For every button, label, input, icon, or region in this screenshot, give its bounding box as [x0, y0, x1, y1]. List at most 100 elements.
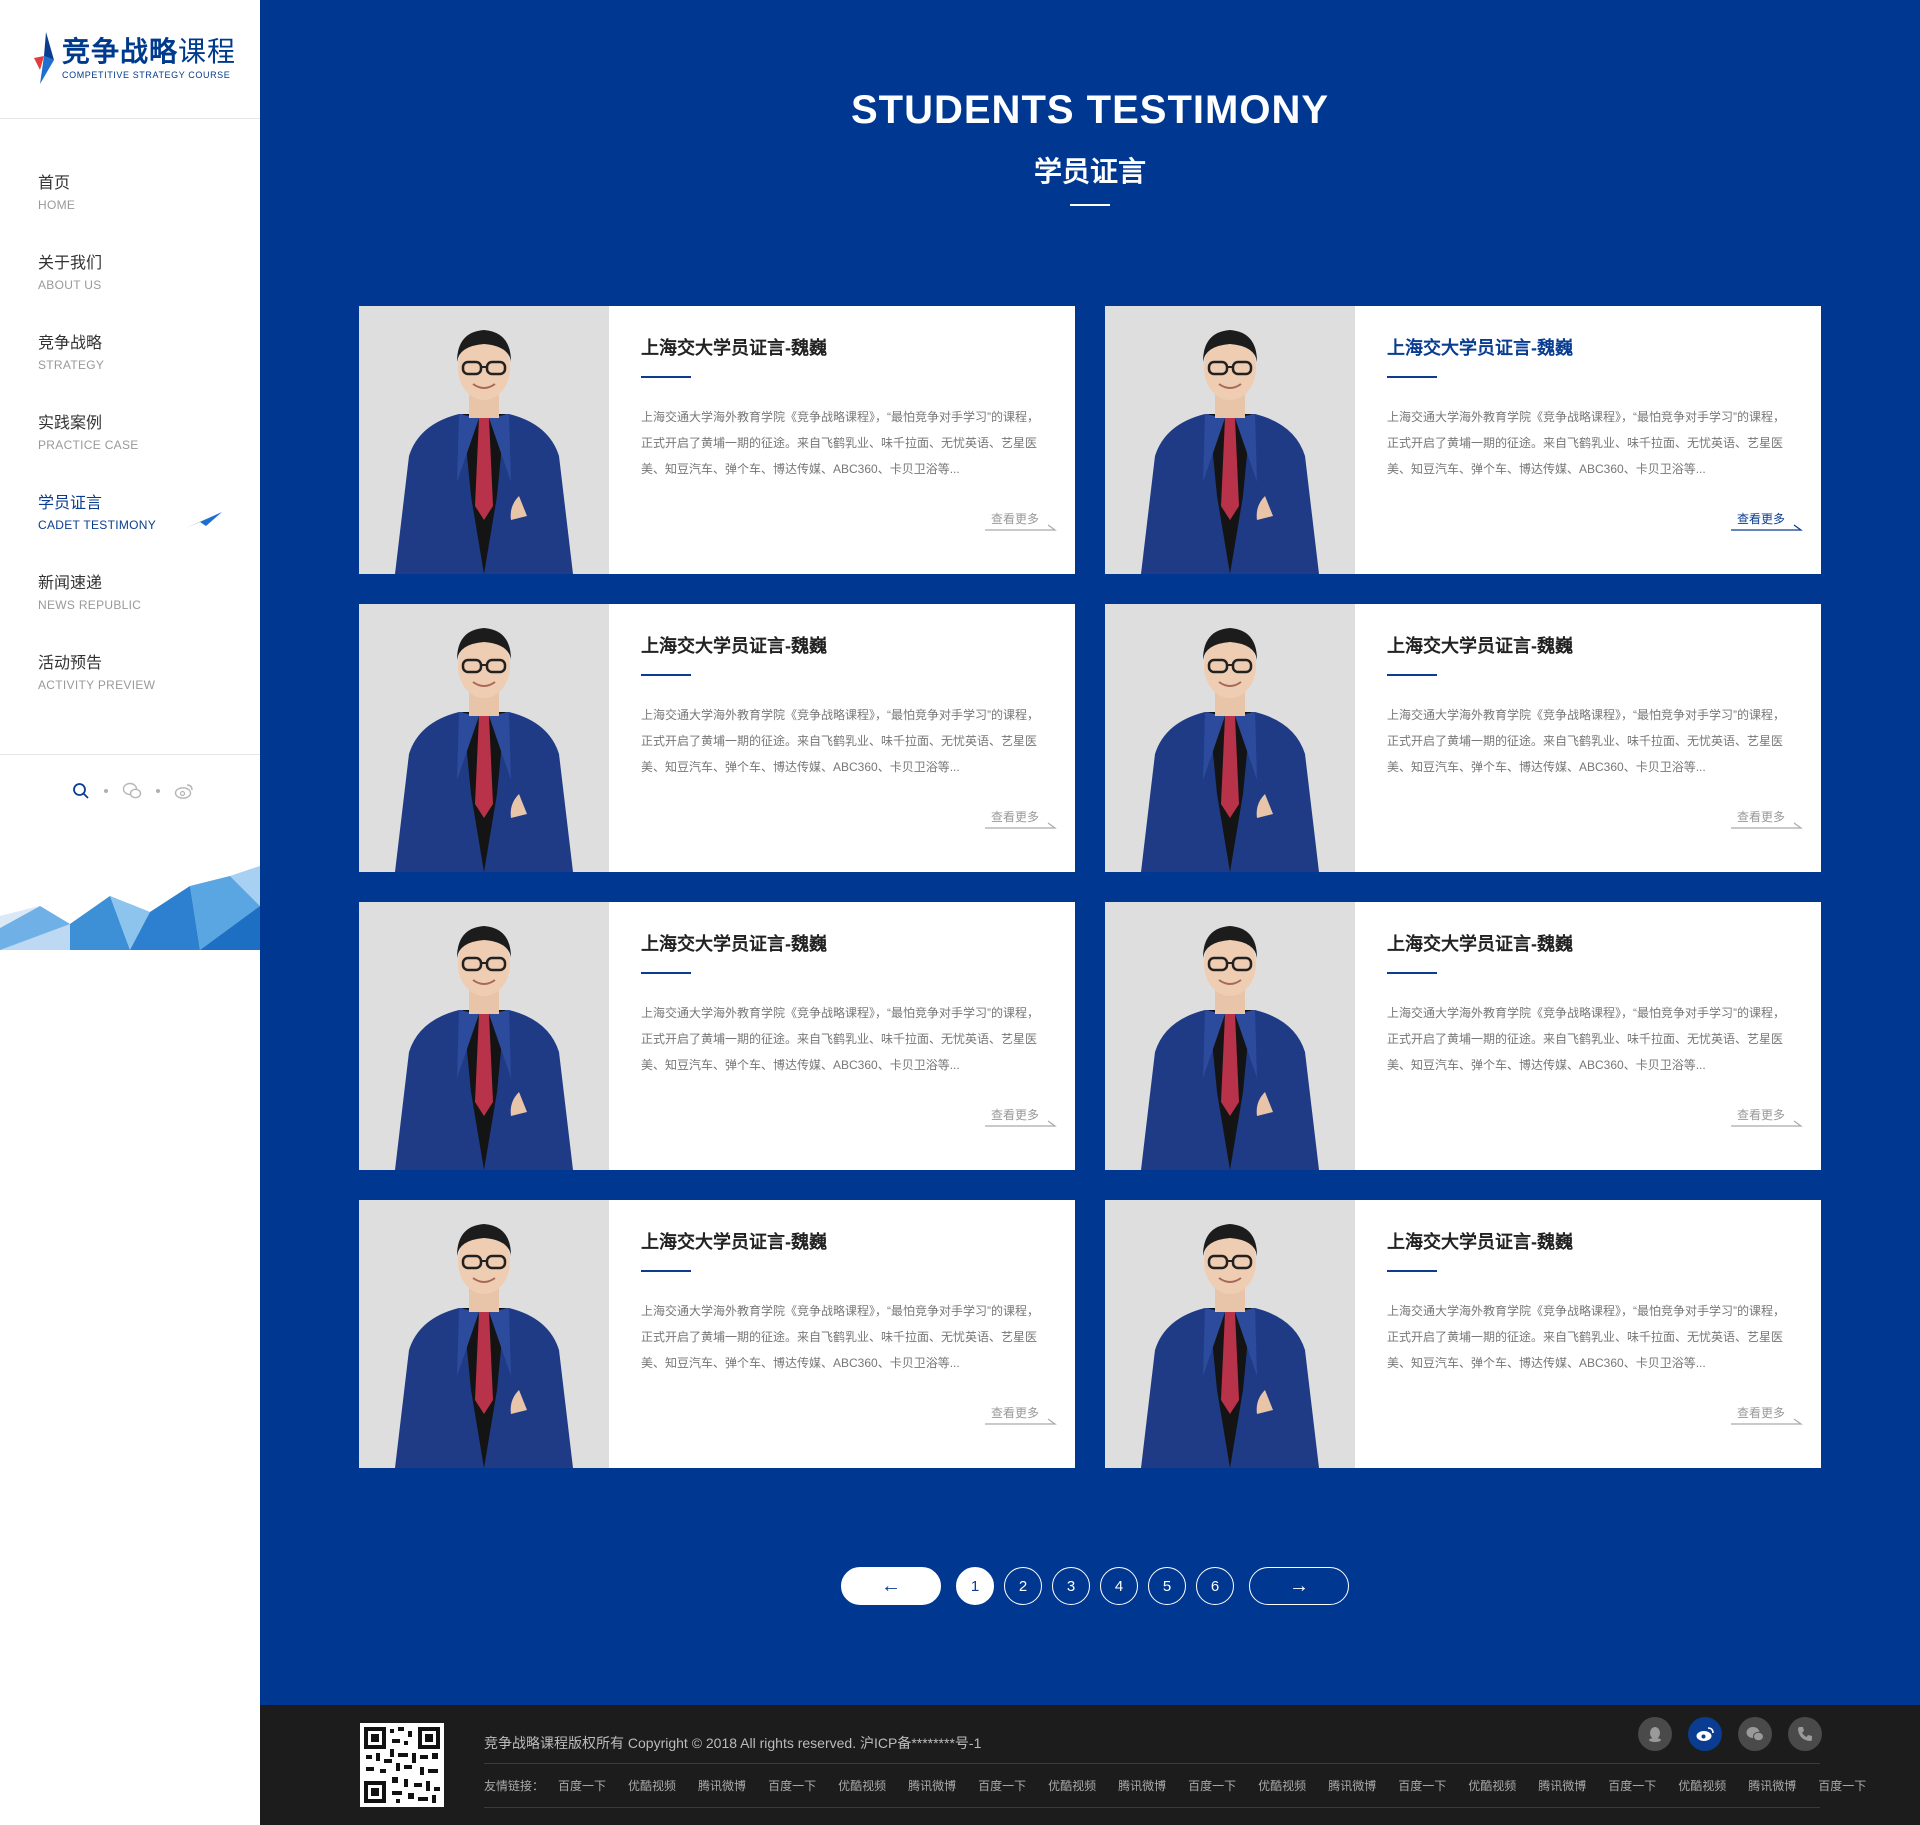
nav-item-about[interactable]: 关于我们 ABOUT US: [38, 252, 260, 332]
section-title-en: STUDENTS TESTIMONY: [850, 88, 1330, 132]
friend-link[interactable]: 百度一下: [558, 1777, 606, 1794]
logo-mark-icon: [30, 30, 58, 86]
view-more-link[interactable]: 查看更多: [985, 1106, 1057, 1128]
card-title[interactable]: 上海交大学员证言-魏巍: [641, 930, 827, 956]
arrow-right-icon: [985, 1418, 1057, 1425]
sidebar: 竞争战略课程 COMPETITIVE STRATEGY COURSE 首页 HO…: [0, 0, 260, 1825]
nav-label-en: ACTIVITY PREVIEW: [38, 678, 156, 692]
testimony-card[interactable]: 上海交大学员证言-魏巍 上海交通大学海外教育学院《竞争战略课程》，“最怕竞争对手学…: [359, 306, 1075, 574]
pagination-page-4[interactable]: 4: [1100, 1567, 1138, 1605]
friend-link[interactable]: 百度一下: [978, 1777, 1026, 1794]
view-more-link[interactable]: 查看更多: [1731, 1106, 1803, 1128]
nav-label-en: CADET TESTIMONY: [38, 518, 157, 532]
weibo-icon[interactable]: [174, 782, 194, 800]
separator-dot: [104, 789, 108, 793]
friend-link[interactable]: 百度一下: [1818, 1777, 1866, 1794]
friend-link[interactable]: 腾讯微博: [1538, 1777, 1586, 1794]
testimony-card[interactable]: 上海交大学员证言-魏巍上海交通大学海外教育学院《竞争战略课程》，“最怕竞争对手学…: [1105, 604, 1821, 872]
weibo-icon[interactable]: [1688, 1717, 1722, 1751]
testimony-section: STUDENTS TESTIMONY 学员证言 上海交大学员证言-魏巍 上海交通大…: [260, 0, 1920, 1705]
view-more-link[interactable]: 查看更多: [985, 1404, 1057, 1426]
card-description: 上海交通大学海外教育学院《竞争战略课程》，“最怕竞争对手学习”的课程，正式开启了…: [1387, 708, 1785, 774]
main-nav: 首页 HOME 关于我们 ABOUT US 竞争战略 STRATEGY 实践案例…: [38, 172, 260, 732]
wechat-icon[interactable]: [1738, 1717, 1772, 1751]
testimony-card[interactable]: 上海交大学员证言-魏巍上海交通大学海外教育学院《竞争战略课程》，“最怕竞争对手学…: [359, 604, 1075, 872]
friend-link[interactable]: 腾讯微博: [908, 1777, 956, 1794]
card-description: 上海交通大学海外教育学院《竞争战略课程》，“最怕竞争对手学习”的课程，正式开启了…: [641, 708, 1039, 774]
friend-link[interactable]: 优酷视频: [838, 1777, 886, 1794]
logo-subtitle: COMPETITIVE STRATEGY COURSE: [62, 70, 231, 80]
friend-link[interactable]: 优酷视频: [1678, 1777, 1726, 1794]
card-description: 上海交通大学海外教育学院《竞争战略课程》，“最怕竞争对手学习”的课程，正式开启了…: [1387, 1304, 1785, 1370]
qq-icon[interactable]: [1638, 1717, 1672, 1751]
logo[interactable]: 竞争战略课程 COMPETITIVE STRATEGY COURSE: [30, 28, 240, 88]
nav-label-en: HOME: [38, 198, 76, 212]
pagination-next-button[interactable]: →: [1249, 1567, 1349, 1605]
friend-link[interactable]: 优酷视频: [1258, 1777, 1306, 1794]
social-icons: [1622, 1717, 1822, 1751]
testimony-card[interactable]: 上海交大学员证言-魏巍 上海交通大学海外教育学院《竞争战略课程》，“最怕竞争对手学…: [1105, 306, 1821, 574]
phone-icon[interactable]: [1788, 1717, 1822, 1751]
nav-item-strategy[interactable]: 竞争战略 STRATEGY: [38, 332, 260, 412]
arrow-right-icon: [1731, 822, 1803, 829]
friend-link[interactable]: 优酷视频: [1048, 1777, 1096, 1794]
search-icon[interactable]: [72, 782, 90, 800]
friend-links-label: 友情链接：: [484, 1779, 545, 1793]
friend-link[interactable]: 腾讯微博: [1748, 1777, 1796, 1794]
card-title-underline: [1387, 1270, 1437, 1272]
view-more-link[interactable]: 查看更多: [1731, 808, 1803, 830]
card-title[interactable]: 上海交大学员证言-魏巍: [1387, 1228, 1573, 1254]
friend-link[interactable]: 优酷视频: [628, 1777, 676, 1794]
friend-link[interactable]: 百度一下: [768, 1777, 816, 1794]
pagination-page-3[interactable]: 3: [1052, 1567, 1090, 1605]
card-title[interactable]: 上海交大学员证言-魏巍: [1387, 930, 1573, 956]
card-title-underline: [1387, 972, 1437, 974]
pagination-page-1[interactable]: 1: [956, 1567, 994, 1605]
pagination-page-2[interactable]: 2: [1004, 1567, 1042, 1605]
card-title[interactable]: 上海交大学员证言-魏巍: [1387, 334, 1573, 360]
pagination-page-5[interactable]: 5: [1148, 1567, 1186, 1605]
student-photo: [359, 306, 609, 574]
friend-link[interactable]: 百度一下: [1188, 1777, 1236, 1794]
nav-label-cn: 首页: [38, 175, 71, 192]
nav-item-testimony[interactable]: 学员证言 CADET TESTIMONY: [38, 492, 260, 572]
friend-link[interactable]: 百度一下: [1398, 1777, 1446, 1794]
nav-label-cn: 活动预告: [38, 655, 103, 672]
friend-link[interactable]: 腾讯微博: [1328, 1777, 1376, 1794]
card-title[interactable]: 上海交大学员证言-魏巍: [641, 334, 827, 360]
sidebar-divider: [0, 118, 260, 119]
friend-link[interactable]: 腾讯微博: [1118, 1777, 1166, 1794]
nav-item-practice-case[interactable]: 实践案例 PRACTICE CASE: [38, 412, 260, 492]
arrow-right-icon: [985, 822, 1057, 829]
wechat-icon[interactable]: [122, 782, 142, 800]
nav-item-news[interactable]: 新闻速递 NEWS REPUBLIC: [38, 572, 260, 652]
arrow-right-icon: [985, 524, 1057, 531]
card-title-underline: [641, 972, 691, 974]
student-photo: [1105, 902, 1355, 1170]
card-title-underline: [641, 376, 691, 378]
pagination-prev-button[interactable]: ←: [841, 1567, 941, 1605]
view-more-link[interactable]: 查看更多: [985, 510, 1057, 532]
card-title[interactable]: 上海交大学员证言-魏巍: [641, 1228, 827, 1254]
testimony-card[interactable]: 上海交大学员证言-魏巍上海交通大学海外教育学院《竞争战略课程》，“最怕竞争对手学…: [1105, 1200, 1821, 1468]
footer-divider: [484, 1763, 1820, 1764]
pagination-page-6[interactable]: 6: [1196, 1567, 1234, 1605]
testimony-card[interactable]: 上海交大学员证言-魏巍 上海交通大学海外教育学院《竞争战略课程》，“最怕竞争对手学…: [359, 902, 1075, 1170]
active-arrow-icon: [186, 512, 222, 528]
card-title[interactable]: 上海交大学员证言-魏巍: [641, 632, 827, 658]
arrow-right-icon: [1731, 524, 1803, 531]
card-title[interactable]: 上海交大学员证言-魏巍: [1387, 632, 1573, 658]
nav-item-home[interactable]: 首页 HOME: [38, 172, 260, 252]
testimony-card[interactable]: 上海交大学员证言-魏巍 上海交通大学海外教育学院《竞争战略课程》，“最怕竞争对手学…: [359, 1200, 1075, 1468]
view-more-link[interactable]: 查看更多: [1731, 1404, 1803, 1426]
view-more-link[interactable]: 查看更多: [985, 808, 1057, 830]
nav-label-cn: 竞争战略: [38, 335, 103, 352]
friend-link[interactable]: 百度一下: [1608, 1777, 1656, 1794]
nav-label-cn: 学员证言: [38, 495, 103, 512]
friend-link[interactable]: 腾讯微博: [698, 1777, 746, 1794]
student-photo: [359, 604, 609, 872]
nav-item-activity[interactable]: 活动预告 ACTIVITY PREVIEW: [38, 652, 260, 732]
friend-link[interactable]: 优酷视频: [1468, 1777, 1516, 1794]
view-more-link[interactable]: 查看更多: [1731, 510, 1803, 532]
testimony-card[interactable]: 上海交大学员证言-魏巍 上海交通大学海外教育学院《竞争战略课程》，“最怕竞争对手学…: [1105, 902, 1821, 1170]
